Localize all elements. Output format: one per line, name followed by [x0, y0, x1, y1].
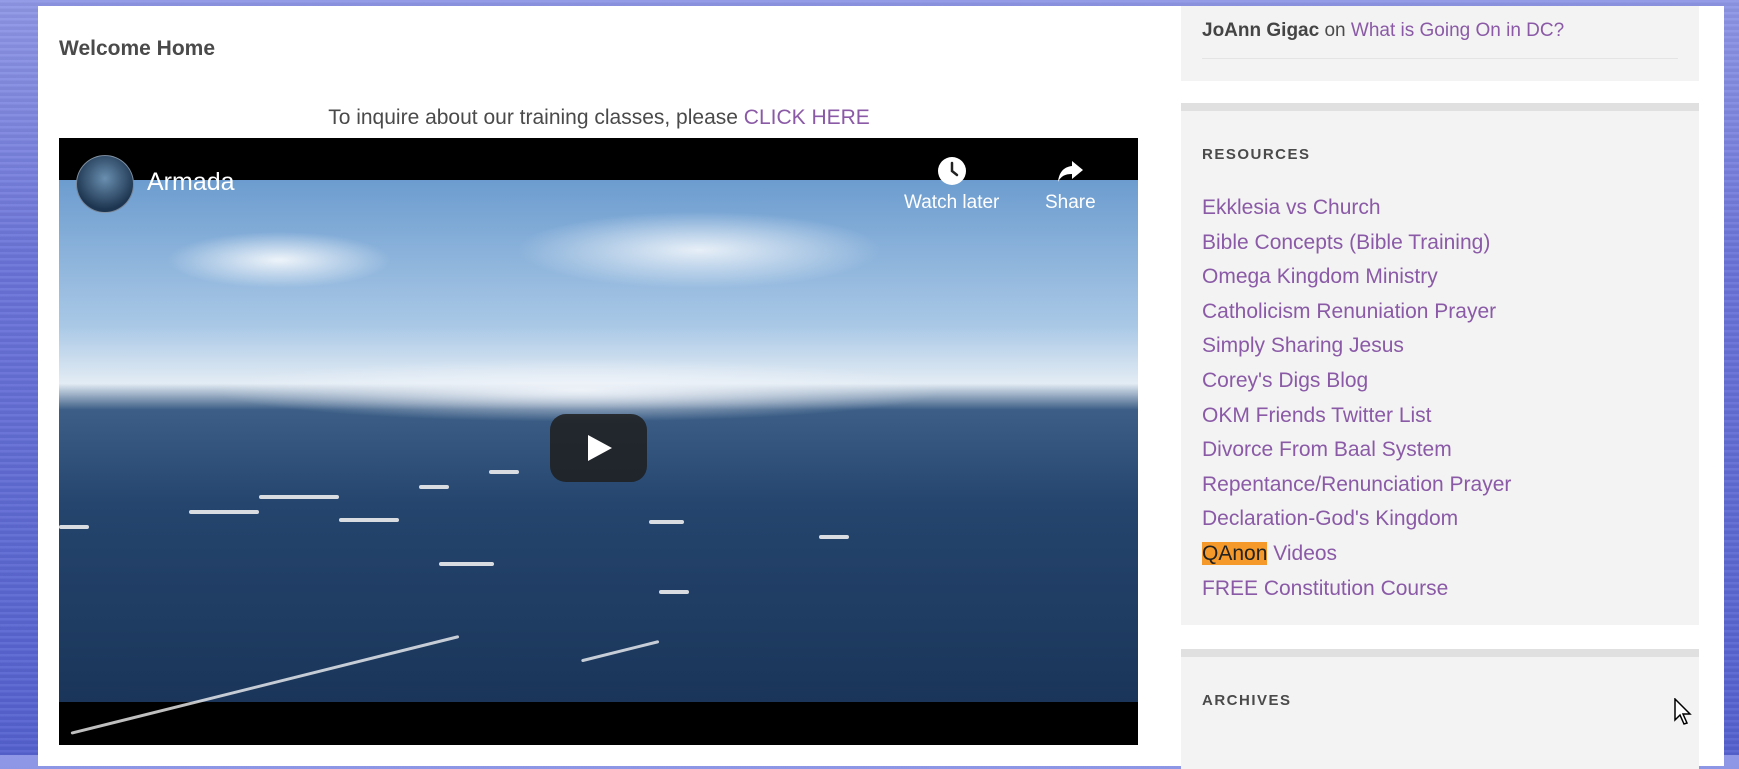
resource-link-qanon-videos[interactable]: QAnon Videos: [1202, 541, 1511, 576]
share-label: Share: [1045, 192, 1096, 213]
inquire-line: To inquire about our training classes, p…: [59, 106, 1139, 130]
ship: [659, 590, 689, 594]
resources-list: Ekklesia vs Church Bible Concepts (Bible…: [1202, 195, 1511, 610]
ship-wake: [581, 640, 660, 663]
resource-link-ekklesia[interactable]: Ekklesia vs Church: [1202, 195, 1511, 230]
play-button[interactable]: [550, 414, 647, 482]
archives-heading: ARCHIVES: [1202, 692, 1292, 709]
recent-comments-widget: JoAnn Gigac on What is Going On in DC?: [1181, 6, 1699, 81]
resource-link-constitution-course[interactable]: FREE Constitution Course: [1202, 576, 1511, 611]
resource-link-catholicism-prayer[interactable]: Catholicism Renuniation Prayer: [1202, 299, 1511, 334]
video-title[interactable]: Armada: [147, 168, 235, 197]
watch-later-label: Watch later: [904, 192, 1000, 213]
resource-link-bible-concepts[interactable]: Bible Concepts (Bible Training): [1202, 230, 1511, 265]
comment-author: JoAnn Gigac: [1202, 20, 1320, 41]
ship: [419, 485, 449, 489]
channel-avatar[interactable]: [76, 155, 134, 213]
resource-link-omega-kingdom[interactable]: Omega Kingdom Ministry: [1202, 264, 1511, 299]
divider: [1202, 58, 1678, 59]
click-here-link[interactable]: CLICK HERE: [744, 106, 870, 129]
qanon-rest: Videos: [1267, 541, 1338, 565]
video-player[interactable]: Armada Watch later Share: [59, 138, 1138, 745]
comment-on: on: [1324, 20, 1346, 41]
ship: [189, 510, 259, 514]
ship: [489, 470, 519, 474]
page-title: Welcome Home: [59, 37, 215, 60]
resources-heading: RESOURCES: [1202, 146, 1311, 163]
share-icon: [1058, 161, 1084, 182]
share-button[interactable]: Share: [1045, 156, 1096, 214]
resource-link-repentance-prayer[interactable]: Repentance/Renunciation Prayer: [1202, 472, 1511, 507]
mouse-cursor-icon: [1674, 698, 1692, 725]
main-content: Welcome Home To inquire about our traini…: [38, 6, 1178, 766]
archives-widget: ARCHIVES: [1181, 649, 1699, 769]
resource-link-simply-sharing-jesus[interactable]: Simply Sharing Jesus: [1202, 333, 1511, 368]
inquire-text: To inquire about our training classes, p…: [328, 106, 738, 129]
ship: [339, 518, 399, 522]
resources-widget: RESOURCES Ekklesia vs Church Bible Conce…: [1181, 103, 1699, 625]
resource-link-coreys-digs[interactable]: Corey's Digs Blog: [1202, 368, 1511, 403]
widget-top-border: [1181, 103, 1699, 111]
ship: [59, 525, 89, 529]
resource-link-declaration[interactable]: Declaration-God's Kingdom: [1202, 506, 1511, 541]
resource-link-divorce-baal[interactable]: Divorce From Baal System: [1202, 437, 1511, 472]
play-icon: [588, 435, 612, 461]
clock-icon: [937, 157, 966, 185]
comment-post-link[interactable]: What is Going On in DC?: [1351, 20, 1564, 41]
resource-link-okm-twitter[interactable]: OKM Friends Twitter List: [1202, 403, 1511, 438]
ship: [439, 562, 494, 566]
search-highlight: QAnon: [1202, 541, 1268, 565]
ship: [649, 520, 684, 524]
widget-top-border: [1181, 649, 1699, 657]
recent-comment: JoAnn Gigac on What is Going On in DC?: [1202, 20, 1564, 42]
page: Welcome Home To inquire about our traini…: [38, 6, 1724, 769]
ship: [819, 535, 849, 539]
ship-wake: [70, 635, 460, 735]
watch-later-button[interactable]: Watch later: [904, 156, 999, 214]
ship: [259, 495, 339, 499]
